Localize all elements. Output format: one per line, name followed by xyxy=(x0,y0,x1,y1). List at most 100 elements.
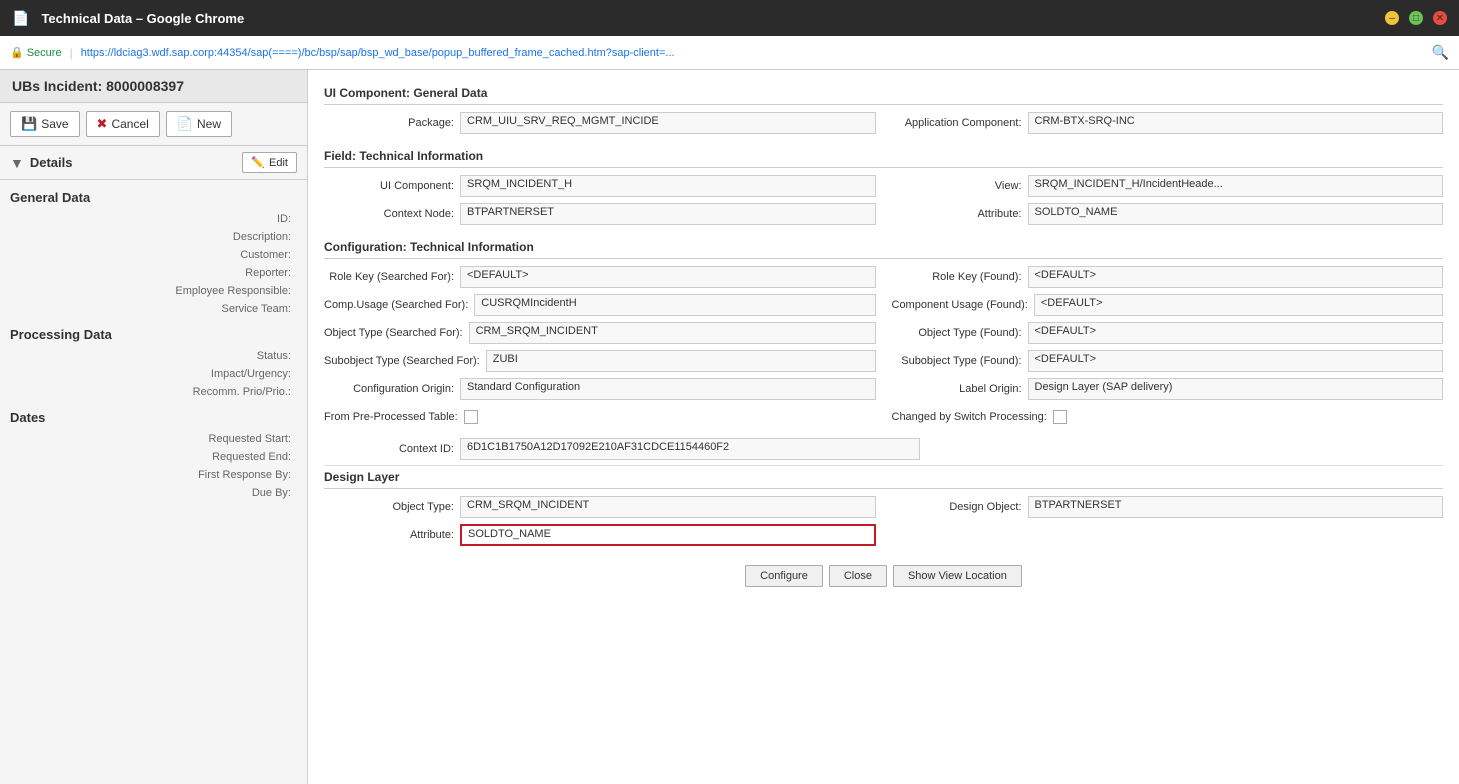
general-data-heading: General Data xyxy=(0,180,307,209)
attribute-dl-group: Attribute: SOLDTO_NAME xyxy=(324,523,876,547)
first-response-label: First Response By: xyxy=(10,467,297,481)
context-id-row: Context ID: 6D1C1B1750A12D17092E210AF31C… xyxy=(324,437,1443,461)
app-component-value: CRM-BTX-SRQ-INC xyxy=(1028,112,1444,134)
cancel-icon: ✖ xyxy=(97,116,108,132)
object-type-dl-label: Object Type: xyxy=(324,501,454,513)
attribute-label-field: Attribute: xyxy=(892,208,1022,220)
new-icon: 📄 xyxy=(177,116,193,132)
context-node-value: BTPARTNERSET xyxy=(460,203,876,225)
object-type-dl-value: CRM_SRQM_INCIDENT xyxy=(460,496,876,518)
service-team-label: Service Team: xyxy=(10,301,297,315)
description-label: Description: xyxy=(10,229,297,243)
design-layer-grid: Object Type: CRM_SRQM_INCIDENT Design Ob… xyxy=(324,495,1443,547)
description-row: Description: xyxy=(0,227,307,245)
edit-button[interactable]: ✏️ Edit xyxy=(242,152,297,173)
address-bar: 🔒 Secure | https://ldciag3.wdf.sap.corp:… xyxy=(0,36,1459,70)
details-label: Details xyxy=(30,155,242,170)
save-button[interactable]: 💾 Save xyxy=(10,111,80,137)
attribute-dl-label: Attribute: xyxy=(324,529,454,541)
section-nav: ▼ Details ✏️ Edit xyxy=(0,146,307,180)
comp-usage-searched-group: Comp.Usage (Searched For): CUSRQMInciden… xyxy=(324,293,876,317)
main-layout: UBs Incident: 8000008397 💾 Save ✖ Cancel… xyxy=(0,70,1459,784)
design-object-label: Design Object: xyxy=(892,501,1022,513)
recomm-prio-row: Recomm. Prio/Prio.: xyxy=(0,382,307,400)
config-origin-group: Configuration Origin: Standard Configura… xyxy=(324,377,876,401)
attribute-group-field: Attribute: SOLDTO_NAME xyxy=(892,202,1444,226)
secure-label: Secure xyxy=(27,47,62,59)
chevron-icon[interactable]: ▼ xyxy=(10,155,24,171)
due-by-row: Due By: xyxy=(0,483,307,501)
app-component-label: Application Component: xyxy=(892,117,1022,129)
ui-component-value: SRQM_INCIDENT_H xyxy=(460,175,876,197)
edit-icon: ✏️ xyxy=(251,156,265,169)
incident-header: UBs Incident: 8000008397 xyxy=(0,70,307,103)
object-type-searched-group: Object Type (Searched For): CRM_SRQM_INC… xyxy=(324,321,876,345)
field-grid: UI Component: SRQM_INCIDENT_H View: SRQM… xyxy=(324,174,1443,226)
ui-component-section-value: General Data xyxy=(413,86,487,100)
lock-icon: 🔒 xyxy=(10,46,24,59)
package-label: Package: xyxy=(324,117,454,129)
first-response-row: First Response By: xyxy=(0,465,307,483)
edit-label: Edit xyxy=(269,157,288,169)
view-label: View: xyxy=(892,180,1022,192)
save-icon: 💾 xyxy=(21,116,37,132)
service-team-row: Service Team: xyxy=(0,299,307,317)
id-row: ID: xyxy=(0,209,307,227)
close-button[interactable]: ✕ xyxy=(1433,11,1447,25)
url-text[interactable]: https://ldciag3.wdf.sap.corp:44354/sap(=… xyxy=(81,47,1424,59)
subobject-type-found-label: Subobject Type (Found): xyxy=(892,355,1022,367)
minimize-button[interactable]: – xyxy=(1385,11,1399,25)
label-origin-value: Design Layer (SAP delivery) xyxy=(1028,378,1444,400)
comp-usage-searched-value: CUSRQMIncidentH xyxy=(474,294,875,316)
from-preprocessed-checkbox[interactable] xyxy=(464,410,478,424)
from-preprocessed-label: From Pre-Processed Table: xyxy=(324,411,458,423)
field-section-value: Technical Information xyxy=(359,149,483,163)
new-button[interactable]: 📄 New xyxy=(166,111,232,137)
changed-by-switch-checkbox[interactable] xyxy=(1053,410,1067,424)
view-value: SRQM_INCIDENT_H/IncidentHeade... xyxy=(1028,175,1444,197)
reporter-row: Reporter: xyxy=(0,263,307,281)
design-object-group: Design Object: BTPARTNERSET xyxy=(892,495,1444,519)
changed-by-switch-group: Changed by Switch Processing: xyxy=(892,405,1444,429)
subobject-type-searched-label: Subobject Type (Searched For): xyxy=(324,355,480,367)
browser-title: Technical Data – Google Chrome xyxy=(41,11,1377,26)
config-section-title: Configuration: Technical Information xyxy=(324,234,1443,259)
config-origin-label: Configuration Origin: xyxy=(324,383,454,395)
employee-responsible-label: Employee Responsible: xyxy=(10,283,297,297)
component-usage-found-group: Component Usage (Found): <DEFAULT> xyxy=(892,293,1444,317)
recomm-prio-label: Recomm. Prio/Prio.: xyxy=(10,384,297,398)
status-row: Status: xyxy=(0,346,307,364)
popup-content: UI Component: General Data Package: CRM_… xyxy=(308,70,1459,784)
config-section-label: Configuration: xyxy=(324,240,410,254)
changed-by-switch-label: Changed by Switch Processing: xyxy=(892,411,1047,423)
design-object-value: BTPARTNERSET xyxy=(1028,496,1444,518)
label-origin-group: Label Origin: Design Layer (SAP delivery… xyxy=(892,377,1444,401)
technical-data-panel: UI Component: General Data Package: CRM_… xyxy=(308,70,1459,784)
address-search-icon[interactable]: 🔍 xyxy=(1432,44,1449,61)
id-label: ID: xyxy=(10,211,297,225)
ui-component-group: UI Component: SRQM_INCIDENT_H xyxy=(324,174,876,198)
requested-end-label: Requested End: xyxy=(10,449,297,463)
impact-urgency-label: Impact/Urgency: xyxy=(10,366,297,380)
label-origin-label: Label Origin: xyxy=(892,383,1022,395)
separator: | xyxy=(70,46,73,60)
configure-button[interactable]: Configure xyxy=(745,565,823,587)
config-grid: Role Key (Searched For): <DEFAULT> Role … xyxy=(324,265,1443,429)
attribute-value-field: SOLDTO_NAME xyxy=(1028,203,1444,225)
close-button-popup[interactable]: Close xyxy=(829,565,887,587)
general-data-grid: Package: CRM_UIU_SRV_REQ_MGMT_INCIDE App… xyxy=(324,111,1443,135)
divider-design xyxy=(324,465,1443,466)
context-id-value: 6D1C1B1750A12D17092E210AF31CDCE1154460F2 xyxy=(460,438,920,460)
package-value: CRM_UIU_SRV_REQ_MGMT_INCIDE xyxy=(460,112,876,134)
show-view-location-button[interactable]: Show View Location xyxy=(893,565,1022,587)
object-type-searched-label: Object Type (Searched For): xyxy=(324,327,463,339)
cancel-button[interactable]: ✖ Cancel xyxy=(86,111,160,137)
requested-end-row: Requested End: xyxy=(0,447,307,465)
config-origin-value: Standard Configuration xyxy=(460,378,876,400)
object-type-found-group: Object Type (Found): <DEFAULT> xyxy=(892,321,1444,345)
requested-start-label: Requested Start: xyxy=(10,431,297,445)
object-type-searched-value: CRM_SRQM_INCIDENT xyxy=(469,322,876,344)
ui-component-label: UI Component: xyxy=(324,180,454,192)
maximize-button[interactable]: □ xyxy=(1409,11,1423,25)
config-section-value: Technical Information xyxy=(410,240,534,254)
